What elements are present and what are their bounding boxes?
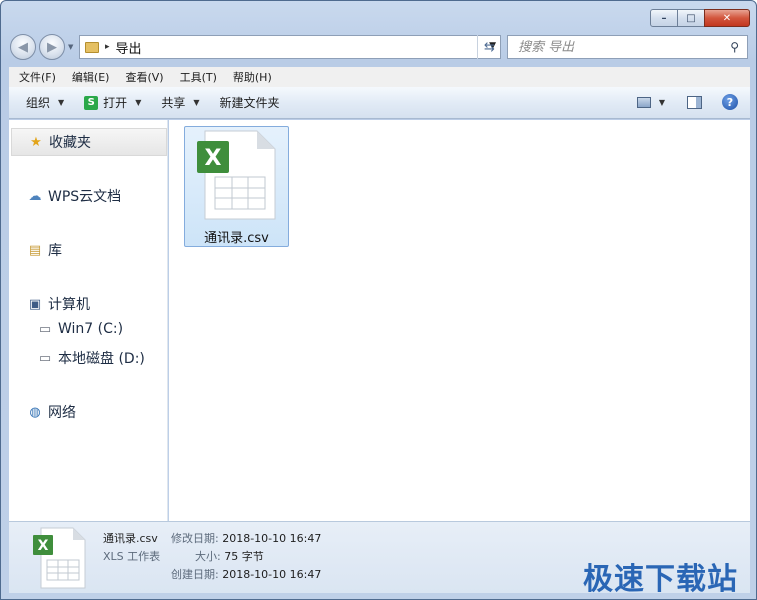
new-folder-button[interactable]: 新建文件夹 (220, 94, 280, 111)
share-button[interactable]: 共享 ▼ (161, 94, 199, 111)
chevron-down-icon: ▼ (193, 98, 200, 107)
sidebar-item-favorites[interactable]: ★ 收藏夹 (11, 128, 167, 156)
created-label: 创建日期: (171, 568, 219, 581)
open-label: 打开 (103, 96, 128, 110)
menu-bar: 文件(F) 编辑(E) 查看(V) 工具(T) 帮助(H) (9, 67, 750, 87)
view-options-dropdown-icon[interactable]: ▼ (659, 98, 665, 107)
svg-text:X: X (38, 538, 49, 554)
cloud-icon: ☁ (28, 188, 42, 204)
modified-value: 2018-10-10 16:47 (222, 532, 322, 545)
address-bar[interactable]: ▸ 导出 ▼ (79, 35, 501, 59)
toolbar-right: ▼ ? (636, 94, 738, 110)
spreadsheet-file-icon: X (33, 527, 86, 589)
star-icon: ★ (30, 134, 42, 150)
preview-pane-icon[interactable] (687, 95, 702, 109)
svg-text:X: X (205, 146, 222, 171)
back-button[interactable]: ◀ (10, 34, 36, 60)
file-name: 通讯录.csv (204, 231, 269, 246)
share-label: 共享 (161, 96, 186, 110)
library-icon: ▤ (28, 242, 42, 258)
local-disk-icon: ▭ (38, 350, 52, 366)
details-pane: X 通讯录.csv XLS 工作表 修改日期: 2018-10-10 16:47… (9, 521, 750, 597)
explorer-window: – □ ✕ ◀ ▶ ▼ ▸ 导出 ▼ ⇆ ⚲ 文件(F) 编辑(E) 查看(V)… (0, 0, 757, 600)
sidebar-item-drive-d[interactable]: ▭ 本地磁盘 (D:) (37, 348, 145, 368)
sidebar-item-label: 库 (48, 243, 62, 259)
sidebar-item-drive-c[interactable]: ▭ Win7 (C:) (37, 321, 123, 337)
maximize-button[interactable]: □ (677, 9, 705, 27)
new-folder-label: 新建文件夹 (219, 96, 280, 110)
sidebar-item-label: 本地磁盘 (D:) (58, 351, 145, 367)
watermark: 极速下载站 (583, 562, 738, 597)
sidebar-item-wps-cloud[interactable]: ☁ WPS云文档 (27, 186, 122, 206)
details-size: 大小: 75 字节 (195, 548, 264, 564)
sidebar-item-network[interactable]: ◍ 网络 (27, 402, 76, 422)
network-icon: ◍ (29, 404, 41, 420)
menu-help[interactable]: 帮助(H) (233, 69, 272, 85)
sidebar-item-label: Win7 (C:) (58, 321, 124, 337)
chevron-down-icon: ▼ (58, 98, 65, 107)
menu-edit[interactable]: 编辑(E) (72, 69, 110, 85)
file-item[interactable]: X 通讯录.csv (184, 126, 289, 247)
navigation-pane: ★ 收藏夹 ☁ WPS云文档 ▤ 库 ▣ 计算机 ▭ Win7 (C:) ▭ 本… (9, 120, 168, 521)
size-label: 大小: (195, 550, 221, 563)
breadcrumb-separator-icon[interactable]: ▸ (105, 42, 110, 52)
search-icon[interactable]: ⚲ (730, 40, 739, 54)
computer-icon: ▣ (28, 296, 42, 312)
open-button[interactable]: S 打开 ▼ (84, 94, 141, 111)
forward-arrow-icon: ▶ (47, 39, 57, 55)
details-created: 创建日期: 2018-10-10 16:47 (171, 566, 321, 582)
sidebar-item-computer[interactable]: ▣ 计算机 (27, 294, 90, 314)
modified-label: 修改日期: (171, 532, 219, 545)
command-toolbar: 组织 ▼ S 打开 ▼ 共享 ▼ 新建文件夹 ▼ ? (9, 87, 750, 119)
sidebar-item-label: 收藏夹 (49, 135, 91, 151)
breadcrumb-current[interactable]: 导出 (116, 38, 142, 57)
search-input[interactable] (518, 39, 718, 55)
size-value: 75 字节 (224, 550, 264, 563)
details-file-type: XLS 工作表 (103, 550, 161, 563)
search-box[interactable]: ⚲ (507, 35, 748, 59)
chevron-down-icon: ▼ (135, 98, 142, 107)
refresh-button[interactable]: ⇆ (477, 35, 501, 59)
details-file-name: 通讯录.csv (103, 532, 158, 545)
back-arrow-icon: ◀ (18, 39, 28, 55)
organize-label: 组织 (26, 96, 51, 110)
sidebar-item-label: 计算机 (48, 297, 90, 313)
organize-button[interactable]: 组织 ▼ (26, 94, 64, 111)
close-button[interactable]: ✕ (704, 9, 750, 27)
wps-open-icon: S (84, 95, 99, 110)
details-modified: 修改日期: 2018-10-10 16:47 (171, 530, 321, 546)
refresh-icon: ⇆ (484, 39, 495, 55)
minimize-button[interactable]: – (650, 9, 678, 27)
system-drive-icon: ▭ (38, 321, 52, 337)
file-list: X 通讯录.csv (169, 120, 750, 521)
caption-buttons: – □ ✕ (650, 9, 750, 27)
sidebar-item-label: 网络 (48, 405, 76, 421)
help-icon[interactable]: ? (722, 94, 738, 110)
spreadsheet-file-icon: X (197, 130, 276, 220)
change-view-icon[interactable] (636, 96, 651, 108)
forward-button[interactable]: ▶ (39, 34, 65, 60)
recent-pages-dropdown[interactable]: ▼ (68, 43, 73, 51)
folder-icon (85, 41, 99, 53)
menu-file[interactable]: 文件(F) (19, 69, 56, 85)
sidebar-item-label: WPS云文档 (48, 189, 122, 205)
menu-tools[interactable]: 工具(T) (180, 69, 217, 85)
menu-view[interactable]: 查看(V) (125, 69, 163, 85)
created-value: 2018-10-10 16:47 (222, 568, 322, 581)
sidebar-item-libraries[interactable]: ▤ 库 (27, 240, 62, 260)
